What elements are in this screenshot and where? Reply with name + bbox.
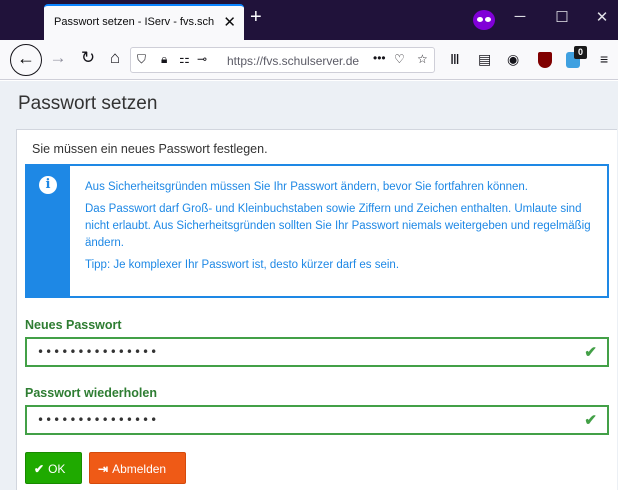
ok-button[interactable]: ✔ OK <box>25 452 82 484</box>
info-line-rules: Das Passwort darf Groß- und Kleinbuchsta… <box>85 203 591 249</box>
repeat-password-label: Passwort wiederholen <box>25 386 157 400</box>
new-password-label: Neues Passwort <box>25 318 122 332</box>
tab-title: Passwort setzen - IServ - fvs.schulserve… <box>54 16 214 28</box>
page-title: Passwort setzen <box>18 93 158 114</box>
bookmark-star-icon[interactable]: ☆ <box>417 52 428 66</box>
pocket-icon[interactable]: ♡ <box>394 52 405 66</box>
new-password-value: ••••••••••••••• <box>37 345 159 359</box>
new-password-field[interactable]: ••••••••••••••• ✔ <box>25 337 609 367</box>
lock-icon[interactable]: 🔒︎ <box>161 52 167 67</box>
extension-badge: 0 <box>574 46 587 59</box>
key-icon[interactable]: ⊸ <box>197 52 207 66</box>
info-line-tip: Tipp: Je komplexer Ihr Passwort ist, des… <box>85 259 400 271</box>
sidebar-icon[interactable]: ▤ <box>478 51 491 68</box>
home-button[interactable]: ⌂ <box>103 48 127 68</box>
url-text[interactable]: https://fvs.schulserver.de <box>227 54 367 68</box>
sign-out-icon: ⇥ <box>98 462 109 476</box>
tab-close-icon[interactable]: ✕ <box>223 13 236 31</box>
password-panel: Sie müssen ein neues Passwort festlegen.… <box>16 129 617 490</box>
back-button[interactable]: ← <box>10 44 42 76</box>
close-window-button[interactable]: ✕ <box>592 8 612 26</box>
maximize-button[interactable]: ☐ <box>552 8 572 26</box>
lead-text: Sie müssen ein neues Passwort festlegen. <box>32 142 268 156</box>
check-icon: ✔ <box>584 412 597 429</box>
info-callout: i Aus Sicherheitsgründen müssen Sie Ihr … <box>25 164 609 298</box>
private-browsing-icon <box>473 10 495 30</box>
logout-button[interactable]: ⇥ Abmelden <box>89 452 186 484</box>
shield-icon[interactable]: ⛉ <box>137 52 146 67</box>
permissions-icon[interactable]: ⚏ <box>179 52 190 66</box>
repeat-password-value: ••••••••••••••• <box>37 413 159 427</box>
navigation-toolbar: ← → ↻ ⌂ ⛉ 🔒︎ ⚏ ⊸ https://fvs.schulserver… <box>0 40 618 80</box>
check-icon: ✔ <box>584 344 597 361</box>
new-tab-button[interactable]: + <box>250 6 262 29</box>
repeat-password-field[interactable]: ••••••••••••••• ✔ <box>25 405 609 435</box>
ublock-icon[interactable] <box>538 52 552 68</box>
ok-label: OK <box>48 462 66 476</box>
back-icon: ← <box>17 48 35 68</box>
check-icon: ✔ <box>34 462 45 476</box>
info-icon: i <box>39 176 57 194</box>
menu-icon[interactable]: ≡ <box>600 51 608 67</box>
logout-label: Abmelden <box>112 462 167 476</box>
reload-button[interactable]: ↻ <box>76 48 100 68</box>
url-bar[interactable]: ⛉ 🔒︎ ⚏ ⊸ https://fvs.schulserver.de ••• … <box>130 47 435 73</box>
page-content: Passwort setzen Sie müssen ein neues Pas… <box>0 81 618 490</box>
account-icon[interactable]: ◉ <box>507 51 519 68</box>
callout-body: Aus Sicherheitsgründen müssen Sie Ihr Pa… <box>85 179 595 279</box>
callout-sidebar: i <box>27 166 70 296</box>
minimize-button[interactable]: ─ <box>510 8 530 25</box>
forward-button[interactable]: → <box>46 48 70 68</box>
tab-bar: Passwort setzen - IServ - fvs.schulserve… <box>0 0 618 40</box>
tab-active[interactable]: Passwort setzen - IServ - fvs.schulserve… <box>44 4 244 40</box>
library-icon[interactable]: Ⅲ <box>450 51 460 68</box>
more-icon[interactable]: ••• <box>373 51 386 65</box>
info-line-security: Aus Sicherheitsgründen müssen Sie Ihr Pa… <box>85 181 528 193</box>
